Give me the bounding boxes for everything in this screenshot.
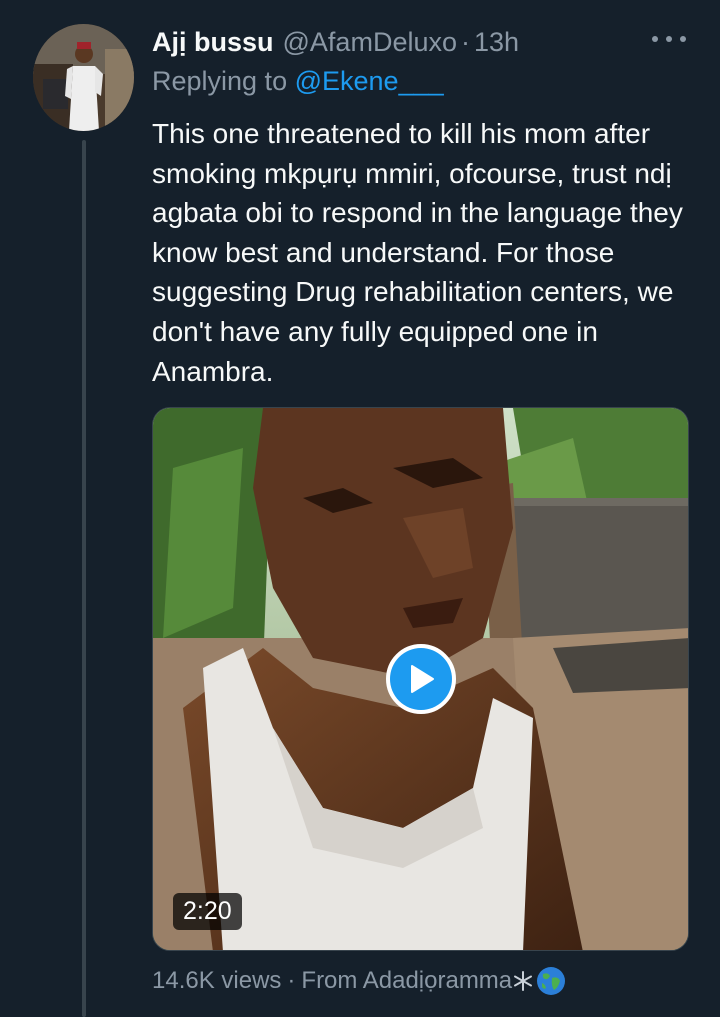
snowflake-icon	[514, 971, 533, 991]
source-attribution[interactable]: From Adadịọramma	[301, 967, 512, 995]
author-display-name[interactable]: Ajị bussu	[152, 27, 274, 58]
more-dot	[652, 36, 658, 42]
thread-connector-line	[82, 140, 86, 1017]
avatar[interactable]	[33, 24, 134, 131]
replying-to-handle[interactable]: @Ekene___	[295, 66, 444, 96]
more-options-icon[interactable]	[652, 28, 686, 50]
replying-to: Replying to @Ekene___	[152, 66, 444, 97]
video-duration-badge: 2:20	[173, 893, 242, 930]
avatar-photo	[33, 24, 134, 131]
play-icon	[411, 665, 434, 693]
author-handle[interactable]: @AfamDeluxo	[283, 27, 457, 58]
tweet-timestamp[interactable]: 13h	[474, 27, 519, 58]
replying-to-label: Replying to	[152, 66, 288, 96]
header-separator: ·	[461, 26, 470, 57]
video-player[interactable]: 2:20	[152, 407, 689, 951]
view-count: 14.6K views	[152, 967, 282, 994]
tweet-header: Ajị bussu @AfamDeluxo · 13h	[152, 22, 690, 62]
tweet-footer: 14.6K views · From Adadịọramma	[152, 966, 566, 996]
footer-separator: ·	[287, 967, 296, 994]
play-button[interactable]	[386, 644, 456, 714]
more-dot	[666, 36, 672, 42]
globe-icon	[537, 967, 566, 995]
tweet-text: This one threatened to kill his mom afte…	[152, 118, 683, 387]
more-dot	[680, 36, 686, 42]
